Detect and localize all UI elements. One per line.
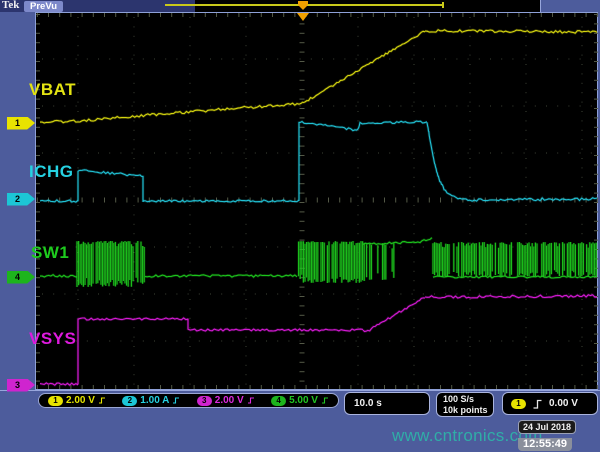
tek-logo: Tek: [2, 0, 19, 11]
status-bar: 1 2.00 V 2 1.00 A 3 2.00 V 4 5.00 V 10.0…: [0, 390, 600, 450]
channel-scale-4: 5.00 V: [289, 395, 318, 406]
waveform-canvas: [35, 12, 598, 390]
trigger-position-marker: [297, 13, 309, 21]
bandwidth-icon: [172, 396, 180, 405]
channel-badge-2: 2: [122, 396, 137, 406]
channel-scale-2: 1.00 A: [140, 395, 169, 406]
channel-label-ichg: ICHG: [29, 162, 74, 182]
datetime-box: 24 Jul 2018 12:55:49: [518, 420, 576, 452]
trace-ichg-glow: [427, 122, 470, 200]
trigger-rising-slope-icon: [532, 398, 543, 410]
channel-label-vbat: VBAT: [29, 80, 76, 100]
sample-rate-value: 100 S/s: [443, 394, 493, 405]
trigger-box: 1 0.00 V: [502, 392, 598, 415]
oscilloscope-screen: Tek PreVu 1 2.00 V 2 1.00 A 3 2.00 V 4: [0, 0, 600, 450]
timebase-box: 10.0 s: [344, 392, 430, 415]
top-bar-right-panel: [540, 0, 600, 12]
channel-readout-4: 4 5.00 V: [271, 395, 329, 406]
trigger-level-value: 0.00 V: [549, 398, 578, 409]
bandwidth-icon: [98, 396, 106, 405]
trace-vsys-glow: [78, 318, 188, 385]
record-end-bracket: [442, 2, 444, 8]
trace-ichg-glow: [299, 121, 427, 201]
channel-readout-3: 3 2.00 V: [197, 395, 255, 406]
time-value: 12:55:49: [518, 438, 572, 451]
acquisition-box: 100 S/s 10k points: [436, 392, 494, 417]
date-value: 24 Jul 2018: [518, 420, 576, 434]
channel-scale-1: 2.00 V: [66, 395, 95, 406]
channel-readout-1: 1 2.00 V: [48, 395, 106, 406]
trace-sw1-glow: [367, 243, 394, 280]
top-bar: Tek PreVu: [0, 0, 600, 12]
bandwidth-icon: [247, 396, 255, 405]
record-view-strip: [195, 0, 540, 12]
trace-vsys: [78, 318, 188, 385]
trace-ichg: [299, 121, 427, 201]
channel-label-sw1: SW1: [31, 243, 69, 263]
channel-readout-strip: 1 2.00 V 2 1.00 A 3 2.00 V 4 5.00 V: [38, 393, 339, 408]
acquisition-status-badge: PreVu: [24, 1, 63, 12]
trace-sw1: [363, 238, 432, 245]
channel-badge-3: 3: [197, 396, 212, 406]
trigger-source-badge: 1: [511, 399, 526, 409]
channel-scale-3: 2.00 V: [215, 395, 244, 406]
channel-badge-1: 1: [48, 396, 63, 406]
channel-badge-4: 4: [271, 396, 286, 406]
record-length-value: 10k points: [443, 405, 493, 416]
channel-readout-2: 2 1.00 A: [122, 395, 180, 406]
timebase-value: 10.0 s: [354, 398, 382, 409]
channel-label-vsys: VSYS: [29, 329, 76, 349]
trace-vbat-glow: [40, 102, 303, 123]
bandwidth-icon: [321, 396, 329, 405]
